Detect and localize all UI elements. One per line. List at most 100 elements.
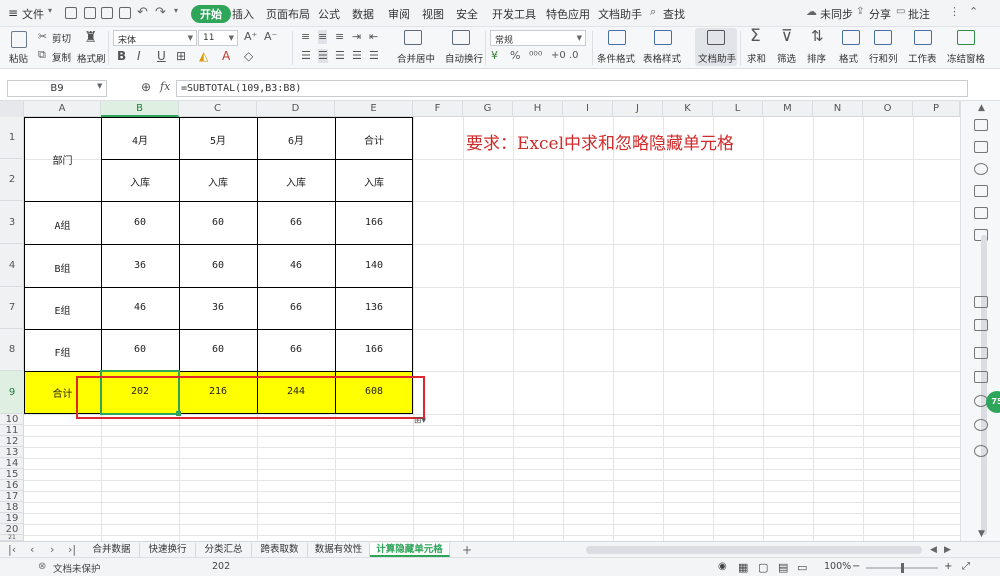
sort-button[interactable]: 排序	[807, 51, 826, 65]
column-header[interactable]: M	[763, 101, 813, 117]
sheet-tab[interactable]: 跨表取数	[252, 543, 308, 557]
row-header[interactable]: 12	[0, 436, 24, 447]
doc-icon[interactable]	[974, 296, 988, 308]
data-cell[interactable]: 60	[179, 217, 257, 228]
export-icon[interactable]	[84, 7, 96, 19]
header-dept[interactable]: 部门	[24, 152, 101, 167]
align-center-icon[interactable]: ☰	[318, 49, 328, 63]
dec-decimal-icon[interactable]: .0	[569, 49, 579, 63]
tab-security[interactable]: 安全	[456, 6, 478, 22]
sheet-tab[interactable]: 合并数据	[84, 543, 140, 557]
border-icon[interactable]: ⊞	[176, 49, 186, 63]
filter-button[interactable]: 筛选	[777, 51, 796, 65]
prev-sheet-icon[interactable]: ‹	[30, 542, 34, 558]
align-middle-icon[interactable]: ≡	[318, 30, 328, 44]
cell-grid[interactable]: 部门 4月 5月 6月 合计 入库 入库 入库 入库 A组 60 60 66 1…	[24, 117, 960, 541]
column-header[interactable]: N	[813, 101, 863, 117]
shapes-icon[interactable]	[974, 207, 988, 219]
sub-header[interactable]: 入库	[335, 174, 413, 189]
add-sheet-button[interactable]: +	[462, 542, 472, 558]
outdent-icon[interactable]: ⇤	[369, 30, 378, 44]
worksheet-icon[interactable]	[914, 30, 932, 45]
tab-developer[interactable]: 开发工具	[492, 6, 536, 22]
paste-label[interactable]: 粘贴	[9, 51, 28, 65]
wrap-text-icon[interactable]	[452, 30, 470, 45]
column-header[interactable]: C	[179, 101, 257, 117]
sync-status[interactable]: 未同步	[820, 6, 853, 22]
table-style-icon[interactable]	[654, 30, 672, 45]
row-label[interactable]: E组	[24, 302, 101, 317]
row-header[interactable]: 2	[0, 159, 24, 201]
sheet-tab[interactable]: 数据有效性	[308, 543, 370, 557]
column-header[interactable]: J	[613, 101, 663, 117]
print-icon[interactable]	[101, 7, 113, 19]
row-header[interactable]: 7	[0, 287, 24, 329]
requirement-note[interactable]: 要求：Excel中求和忽略隐藏单元格	[466, 129, 734, 154]
scroll-down-icon[interactable]: ▼	[978, 529, 985, 539]
sub-header[interactable]: 入库	[101, 174, 179, 189]
normal-view-icon[interactable]: ▦	[738, 561, 748, 574]
row-header[interactable]: 4	[0, 244, 24, 287]
data-cell[interactable]: 60	[101, 217, 179, 228]
inc-decimal-icon[interactable]: +0	[551, 49, 566, 63]
vertical-scrollbar[interactable]	[981, 235, 987, 535]
filter-icon[interactable]: ⊽	[781, 28, 793, 44]
protection-status[interactable]: 文档未保护	[53, 561, 101, 575]
conditional-format-button[interactable]: 条件格式	[597, 51, 635, 65]
select-all-corner[interactable]	[0, 101, 24, 117]
data-cell[interactable]: 140	[335, 260, 413, 271]
row-header[interactable]: 14	[0, 458, 24, 469]
row-col-icon[interactable]	[874, 30, 892, 45]
zoom-slider-handle[interactable]	[901, 563, 904, 573]
scroll-up-icon[interactable]: ▲	[978, 103, 985, 113]
data-cell[interactable]: 66	[257, 344, 335, 355]
qa-more-icon[interactable]: ▾	[174, 6, 178, 15]
font-size-select[interactable]: 11 ▼	[198, 30, 238, 46]
row-header[interactable]: 15	[0, 469, 24, 480]
scroll-left-icon[interactable]: ◀	[930, 542, 937, 558]
row-label[interactable]: B组	[24, 260, 101, 275]
data-cell[interactable]: 36	[179, 302, 257, 313]
doc-assistant-icon[interactable]	[707, 30, 725, 45]
data-cell[interactable]: 166	[335, 217, 413, 228]
align-top-icon[interactable]: ≡	[301, 30, 310, 44]
chevron-down-icon[interactable]: ▼	[97, 82, 102, 90]
undo-icon[interactable]: ↶	[137, 5, 148, 20]
data-cell[interactable]: 166	[335, 344, 413, 355]
row-header[interactable]: 16	[0, 480, 24, 491]
style-icon[interactable]	[974, 141, 988, 153]
sheet-tab[interactable]: 分类汇总	[196, 543, 252, 557]
data-cell[interactable]: 46	[101, 302, 179, 313]
zoom-level[interactable]: 100%	[824, 561, 851, 572]
row-header[interactable]: 11	[0, 425, 24, 436]
data-cell[interactable]: 60	[179, 260, 257, 271]
format-painter-button[interactable]: 格式刷	[77, 51, 106, 65]
property-icon[interactable]	[974, 163, 988, 175]
sub-header[interactable]: 入库	[179, 174, 257, 189]
horizontal-scrollbar[interactable]	[586, 546, 922, 554]
first-sheet-icon[interactable]: |‹	[8, 542, 16, 558]
collapse-icon[interactable]: ⌃	[969, 5, 978, 18]
freeze-button[interactable]: 冻结窗格	[947, 51, 985, 65]
search-button[interactable]: 查找	[663, 6, 685, 22]
align-left-icon[interactable]: ☰	[301, 49, 311, 63]
table-icon[interactable]	[974, 185, 988, 197]
expand-icon[interactable]	[974, 347, 988, 359]
merge-center-button[interactable]: 合并居中	[397, 51, 435, 65]
row-header[interactable]: 9	[0, 371, 24, 414]
row-header[interactable]: 1	[0, 117, 24, 159]
tab-review[interactable]: 审阅	[388, 6, 410, 22]
column-header[interactable]: G	[463, 101, 513, 117]
tab-page-layout[interactable]: 页面布局	[266, 6, 310, 22]
row-header[interactable]: 8	[0, 329, 24, 371]
redo-icon[interactable]: ↷	[155, 5, 166, 20]
share-button[interactable]: 分享	[869, 6, 891, 22]
fit-window-icon[interactable]: ⤢	[962, 561, 970, 572]
currency-icon[interactable]: ¥	[491, 49, 498, 63]
cut-button[interactable]: 剪切	[52, 31, 71, 45]
header-month[interactable]: 合计	[335, 132, 413, 147]
freeze-icon[interactable]	[957, 30, 975, 45]
column-header[interactable]: P	[913, 101, 960, 117]
column-header[interactable]: H	[513, 101, 563, 117]
zoom-icon[interactable]: ⊕	[141, 80, 151, 94]
